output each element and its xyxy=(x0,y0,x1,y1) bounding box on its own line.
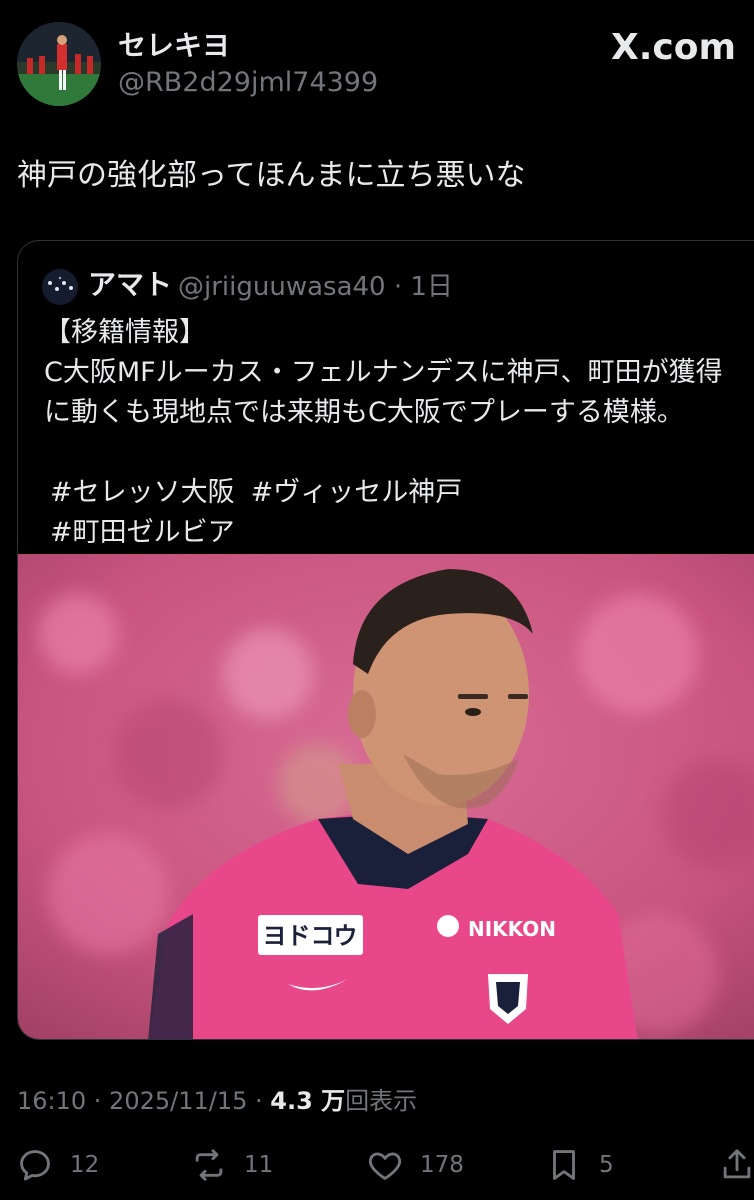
author-handle[interactable]: @RB2d29jml74399 xyxy=(118,66,378,100)
quoted-photo[interactable]: ヨドコウ NIKKON xyxy=(18,554,754,1039)
reply-button[interactable]: 12 xyxy=(16,1140,99,1190)
quoted-author-meta[interactable]: @jriiguuwasa40 · 1日 xyxy=(178,270,453,304)
heart-icon xyxy=(368,1152,402,1180)
hashtag-row-2: #町田ゼルビア xyxy=(44,513,754,553)
like-count: 178 xyxy=(420,1152,464,1178)
hashtag-cerezo[interactable]: #セレッソ大阪 xyxy=(50,477,235,508)
author-display-name[interactable]: セレキヨ xyxy=(118,28,230,64)
quoted-line-1: C大阪MFルーカス・フェルナンデスに神戸、町田が獲得 xyxy=(44,357,723,388)
hashtag-zelvia[interactable]: #町田ゼルビア xyxy=(50,517,235,548)
quoted-line-heading: 【移籍情報】 xyxy=(44,317,206,348)
soccer-player-photo: ヨドコウ NIKKON xyxy=(18,554,754,1039)
quoted-author-avatar[interactable] xyxy=(42,269,78,305)
hashtag-vissel[interactable]: #ヴィッセル神戸 xyxy=(251,477,463,508)
quoted-author-name[interactable]: アマト xyxy=(88,267,172,303)
repost-count: 11 xyxy=(244,1152,274,1178)
like-button[interactable]: 178 xyxy=(366,1140,464,1190)
quoted-blank-line xyxy=(44,433,754,473)
sponsor-text: ヨドコウ xyxy=(262,922,357,950)
repost-icon xyxy=(195,1149,223,1181)
share-icon xyxy=(723,1149,751,1179)
views-count: 4.3 万 xyxy=(270,1087,346,1115)
reply-icon xyxy=(20,1150,50,1181)
bookmark-count: 5 xyxy=(599,1152,614,1178)
bookmark-icon xyxy=(553,1150,575,1180)
x-logo: X.com xyxy=(610,27,736,68)
views-label: 回表示 xyxy=(345,1087,418,1115)
quoted-tweet-card[interactable]: アマト @jriiguuwasa40 · 1日 【移籍情報】 C大阪MFルーカス… xyxy=(17,240,754,1040)
author-avatar[interactable] xyxy=(17,22,101,106)
timestamp[interactable]: 16:10 · 2025/11/15 · xyxy=(17,1087,270,1115)
share-button[interactable] xyxy=(718,1140,754,1190)
timestamp-row: 16:10 · 2025/11/15 · 4.3 万回表示 xyxy=(17,1084,417,1118)
quoted-line-2: に動くも現地点では来期もC大阪でプレーする模様。 xyxy=(44,397,684,428)
hashtag-row-1: #セレッソ大阪 #ヴィッセル神戸 xyxy=(44,473,754,513)
chest-sponsor-text: NIKKON xyxy=(468,917,556,941)
bookmark-button[interactable]: 5 xyxy=(545,1140,614,1190)
soccer-players-photo xyxy=(17,22,101,106)
repost-button[interactable]: 11 xyxy=(190,1140,273,1190)
reply-count: 12 xyxy=(70,1152,100,1178)
tweet-text: 神戸の強化部ってほんまに立ち悪いな xyxy=(17,158,526,193)
quoted-tweet-body: 【移籍情報】 C大阪MFルーカス・フェルナンデスに神戸、町田が獲得 に動くも現地… xyxy=(44,313,754,553)
night-sky-avatar-icon xyxy=(42,269,78,305)
action-bar: 12 11 178 5 xyxy=(0,1140,754,1190)
